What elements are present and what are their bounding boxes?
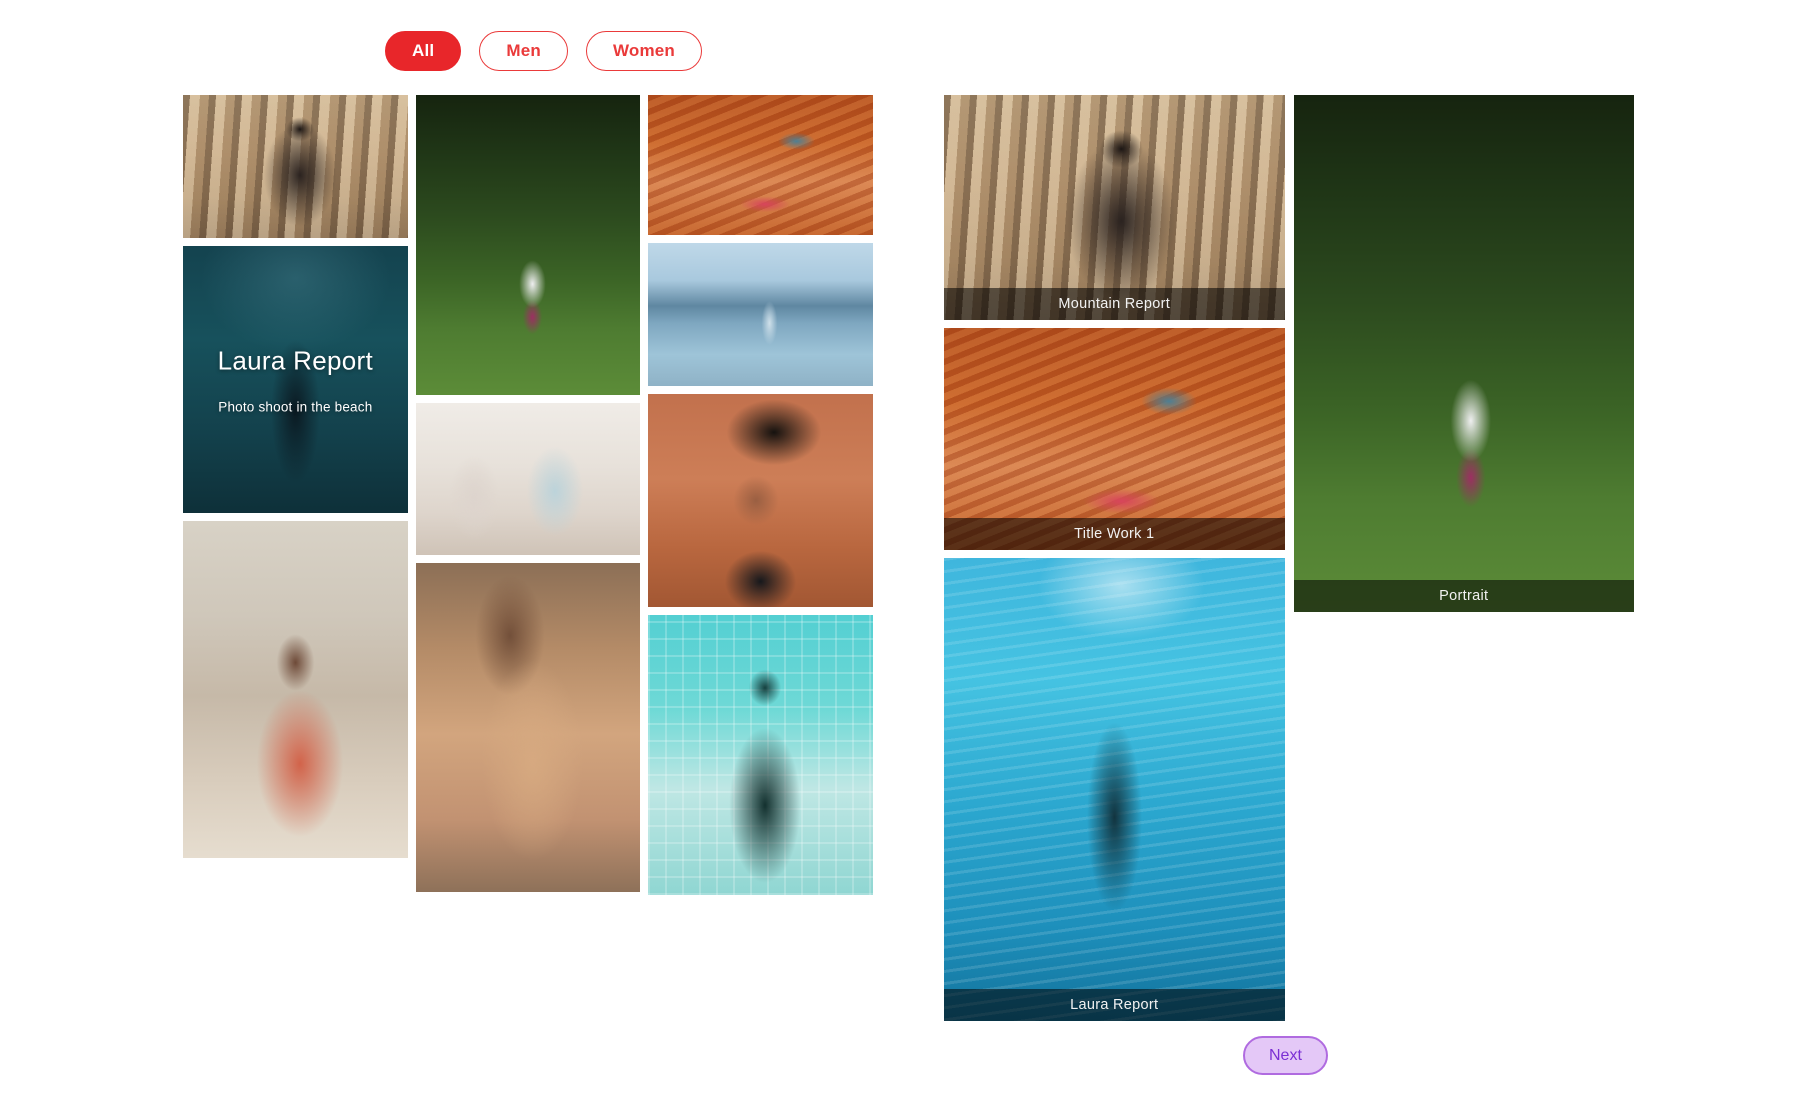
photo-lake-dock-man [648,243,873,386]
caption-label: Mountain Report [1058,296,1171,312]
caption-bar-title-work-1: Title Work 1 [944,518,1285,550]
photo-title-work-1 [944,328,1285,550]
photo-orchard-woman-chair [415,95,641,395]
gallery-item-title-work-1[interactable]: Title Work 1 [944,328,1285,550]
next-page-button[interactable]: Next [1243,1036,1328,1076]
caption-bar-portrait: Portrait [1293,580,1634,612]
gallery-page: All Men Women Laura Report Photo shoot i… [0,0,1800,1100]
photo-portrait [1293,95,1634,612]
gallery-item-cap-man-pool-wall[interactable] [648,615,873,895]
photo-coral-dress-woman [183,521,408,858]
filter-button-all[interactable]: All [385,31,462,72]
photo-hat-sunglasses-man [648,394,873,607]
gallery-item-forest-sepia-woman[interactable] [183,95,408,238]
filter-button-men[interactable]: Men [479,31,568,72]
photo-laura-report [944,558,1285,1021]
photo-forest-sepia-woman [183,95,408,238]
caption-label: Title Work 1 [1074,526,1155,542]
overlay-title: Laura Report [217,345,374,375]
gallery-left: Laura Report Photo shoot in the beach [183,95,873,895]
gallery-item-back-portrait-woman[interactable] [415,563,641,892]
gallery-item-coral-dress-woman[interactable] [183,521,408,858]
photo-cap-man-pool-wall [648,615,873,895]
overlay-subtitle: Photo shoot in the beach [218,399,373,414]
gallery-item-overlay-text: Laura Report Photo shoot in the beach [183,345,408,414]
gallery-right: Mountain Report Title Work 1 Laura Repor… [944,95,1634,1021]
photo-shop-two-women [415,403,641,555]
gallery-item-laura-report[interactable]: Laura Report [944,558,1285,1021]
gallery-item-lake-dock-man[interactable] [648,243,873,386]
filter-button-women[interactable]: Women [585,31,703,72]
photo-redhead-closeup [648,95,873,235]
caption-label: Laura Report [1070,997,1159,1013]
gallery-item-portrait[interactable]: Portrait [1293,95,1634,612]
gallery-item-orchard-woman-chair[interactable] [415,95,641,395]
gallery-item-mountain-report[interactable]: Mountain Report [944,95,1285,320]
category-filter-bar: All Men Women [385,31,703,72]
gallery-item-underwater-laura[interactable]: Laura Report Photo shoot in the beach [183,246,408,513]
caption-label: Portrait [1439,588,1489,604]
caption-bar-mountain-report: Mountain Report [944,288,1285,320]
caption-bar-laura-report: Laura Report [944,989,1285,1021]
photo-mountain-report [944,95,1285,320]
gallery-item-redhead-closeup[interactable] [648,95,873,235]
photo-back-portrait-woman [415,563,641,892]
gallery-item-shop-two-women[interactable] [415,403,641,555]
gallery-item-hat-sunglasses-man[interactable] [648,394,873,607]
